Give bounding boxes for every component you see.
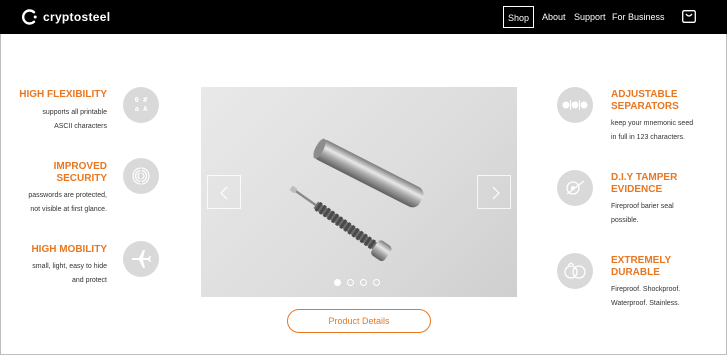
feature-desc-line: possible. <box>611 217 639 224</box>
feature-desc-line: supports all printable <box>42 109 107 116</box>
feature-title-improved-security: IMPROVED SECURITY <box>0 161 107 185</box>
feature-title-diy-tamper-evidence: D.I.Y TAMPER EVIDENCE <box>611 172 721 196</box>
feature-title-line: ADJUSTABLE <box>611 89 678 100</box>
separators-icon <box>557 87 593 123</box>
feature-desc-line: keep your mnemonic seed <box>611 120 694 127</box>
airplane-icon <box>123 241 159 277</box>
feature-title-high-mobility: HIGH MOBILITY <box>31 244 107 255</box>
nav-for-business[interactable]: For Business <box>612 6 665 28</box>
feature-desc-diy-tamper-evidence: Fireproof barier seal possible. <box>611 200 721 228</box>
feature-desc-line: and protect <box>71 277 107 284</box>
durable-rings-icon <box>557 253 593 289</box>
feature-title-extremely-durable: EXTREMELY DURABLE <box>611 255 721 279</box>
carousel-next-button[interactable] <box>477 175 511 209</box>
ascii-characters-icon: 0 # a A <box>123 87 159 123</box>
feature-desc-line: Waterproof. Stainless. <box>611 300 680 307</box>
feature-desc-line: ASCII characters <box>54 123 107 130</box>
nav-support[interactable]: Support <box>574 6 606 28</box>
top-navbar: cryptosteel Shop About Support For Busin… <box>0 0 727 34</box>
logo-text: cryptosteel <box>43 10 111 24</box>
product-details-button[interactable]: Product Details <box>287 309 431 333</box>
carousel-dot-4[interactable] <box>373 279 380 286</box>
feature-title-line: DURABLE <box>611 267 660 278</box>
carousel-dots <box>334 279 380 286</box>
feature-desc-high-flexibility: supports all printable ASCII characters <box>0 106 107 134</box>
feature-desc-line: not visible at first glance. <box>30 206 107 213</box>
ascii-icon-row: 0 # <box>134 96 148 104</box>
feature-desc-line: Fireproof. Shockproof. <box>611 286 681 293</box>
carousel-dot-2[interactable] <box>347 279 354 286</box>
feature-desc-improved-security: passwords are protected, not visible at … <box>0 189 107 217</box>
feature-title-line: IMPROVED <box>53 161 107 172</box>
ascii-icon-row: a A <box>134 105 148 113</box>
carousel-dot-1[interactable] <box>334 279 341 286</box>
cart-icon[interactable] <box>682 10 696 23</box>
nav-shop[interactable]: Shop <box>503 6 534 28</box>
feature-title-line: SECURITY <box>56 173 107 184</box>
nav-about[interactable]: About <box>542 6 566 28</box>
feature-title-line: SEPARATORS <box>611 101 679 112</box>
fingerprint-icon <box>123 158 159 194</box>
tamper-seal-icon <box>557 170 593 206</box>
feature-desc-line: passwords are protected, <box>28 192 107 199</box>
brand-logo[interactable]: cryptosteel <box>22 8 112 26</box>
feature-title-line: EXTREMELY <box>611 255 672 266</box>
feature-desc-line: in full in 123 characters. <box>611 134 685 141</box>
feature-desc-high-mobility: small, light, easy to hide and protect <box>0 260 107 288</box>
carousel-dot-3[interactable] <box>360 279 367 286</box>
carousel-prev-button[interactable] <box>207 175 241 209</box>
feature-title-line: EVIDENCE <box>611 184 663 195</box>
feature-title-adjustable-separators: ADJUSTABLE SEPARATORS <box>611 89 721 113</box>
feature-title-line: D.I.Y TAMPER <box>611 172 678 183</box>
logo-icon <box>22 9 37 25</box>
feature-desc-adjustable-separators: keep your mnemonic seed in full in 123 c… <box>611 117 721 145</box>
feature-title-high-flexibility: HIGH FLEXIBILITY <box>19 89 107 100</box>
product-carousel[interactable] <box>201 87 517 297</box>
feature-desc-line: Fireproof barier seal <box>611 203 674 210</box>
product-photo <box>289 138 424 262</box>
feature-desc-line: small, light, easy to hide <box>32 263 107 270</box>
feature-desc-extremely-durable: Fireproof. Shockproof. Waterproof. Stain… <box>611 283 721 311</box>
